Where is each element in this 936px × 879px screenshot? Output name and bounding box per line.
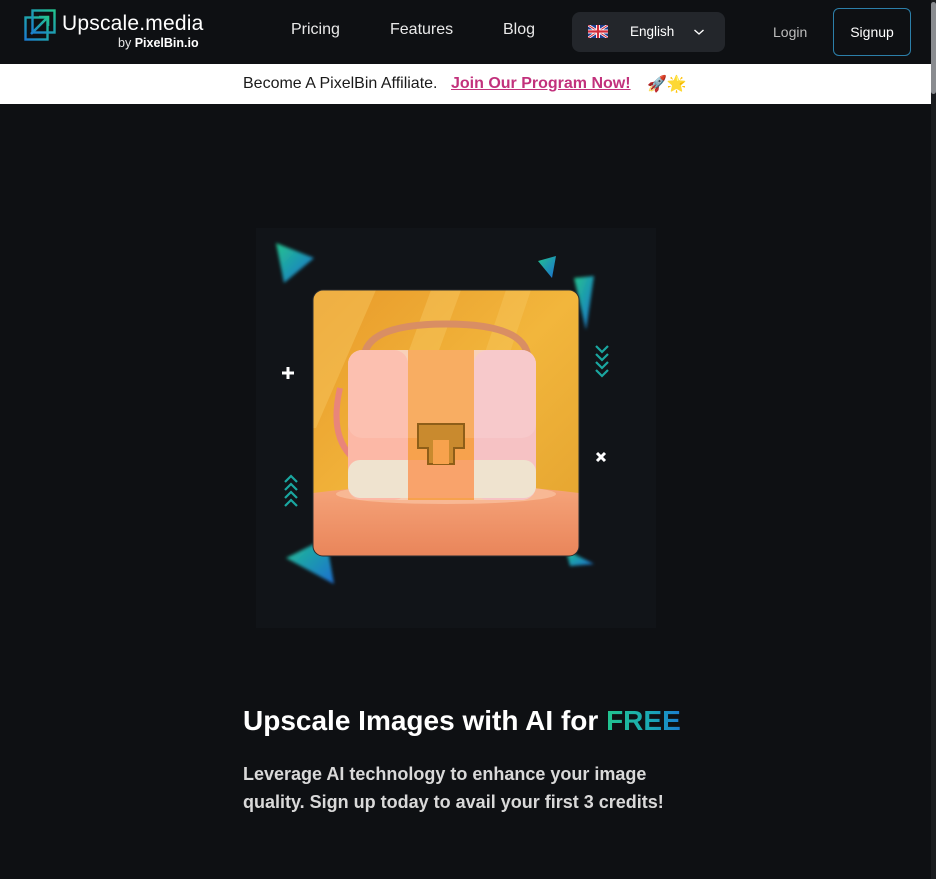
nav-blog[interactable]: Blog [503, 21, 535, 39]
nav-features[interactable]: Features [390, 21, 453, 39]
hero-title: Upscale Images with AI for FREE [243, 705, 681, 736]
top-navbar: Upscale.media by PixelBin.io Pricing Fea… [0, 0, 936, 64]
signup-button[interactable]: Signup [833, 8, 911, 56]
uk-flag-icon [588, 25, 608, 38]
upscale-arrow-icon [24, 9, 56, 41]
banner-text: Become A PixelBin Affiliate. [243, 75, 438, 92]
affiliate-program-link[interactable]: Join Our Program Now! [451, 75, 631, 93]
language-label: English [630, 24, 675, 39]
chevron-down-icon [694, 29, 704, 35]
hero-illustration [256, 228, 656, 628]
hero-subtitle: Leverage AI technology to enhance your i… [243, 764, 664, 812]
logo-subtitle: by PixelBin.io [118, 36, 199, 50]
hero-title-highlight: FREE [606, 705, 681, 736]
page: Upscale.media by PixelBin.io Pricing Fea… [0, 0, 936, 879]
handbag-photo [312, 289, 580, 557]
scrollbar-thumb[interactable] [931, 2, 936, 94]
page-scrollbar[interactable] [931, 0, 936, 879]
affiliate-banner: Become A PixelBin Affiliate. Join Our Pr… [0, 64, 931, 104]
language-selector[interactable]: English [572, 12, 725, 52]
logo[interactable]: Upscale.media by PixelBin.io [24, 9, 214, 53]
nav-pricing[interactable]: Pricing [291, 21, 340, 39]
login-link[interactable]: Login [773, 24, 807, 40]
banner-emoji: 🚀🌟 [647, 76, 687, 93]
logo-name: Upscale.media [62, 12, 204, 35]
